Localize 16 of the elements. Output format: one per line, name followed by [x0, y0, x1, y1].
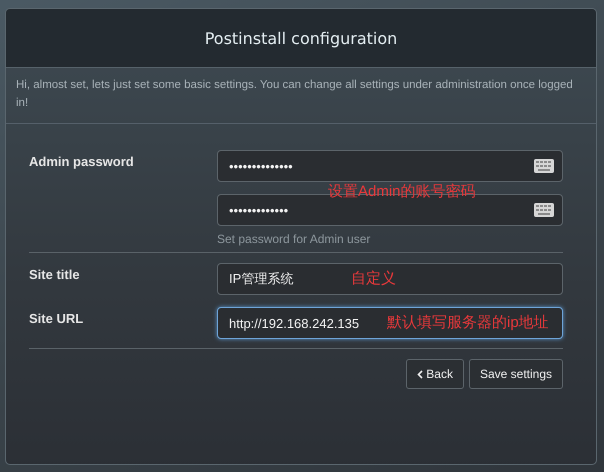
field-label: Admin password	[29, 153, 135, 171]
intro-text: Hi, almost set, lets just set some basic settings. You can change all settings under administration once logged in!	[6, 68, 596, 124]
back-button[interactable]: Back	[406, 359, 464, 389]
save-button[interactable]: Save settings	[468, 359, 563, 389]
field-label: Site title	[29, 266, 81, 284]
dialog-title: Postinstall configuration	[204, 28, 398, 48]
password-field[interactable]: ••••••••••••••	[217, 150, 563, 182]
text-field[interactable]: http://192.168.242.135 默认填写服务器的ip地址	[217, 307, 563, 339]
keyboard-icon[interactable]	[534, 159, 554, 173]
field-label: Site URL	[29, 310, 84, 328]
annotation-text: 自定义	[351, 269, 396, 288]
keyboard-icon[interactable]	[534, 203, 554, 217]
help-text: Set password for Admin user	[217, 232, 372, 246]
chevron-left-icon	[417, 370, 424, 378]
text-field[interactable]: IP管理系统 自定义	[217, 263, 563, 295]
annotation-text: 默认填写服务器的ip地址	[387, 313, 549, 332]
